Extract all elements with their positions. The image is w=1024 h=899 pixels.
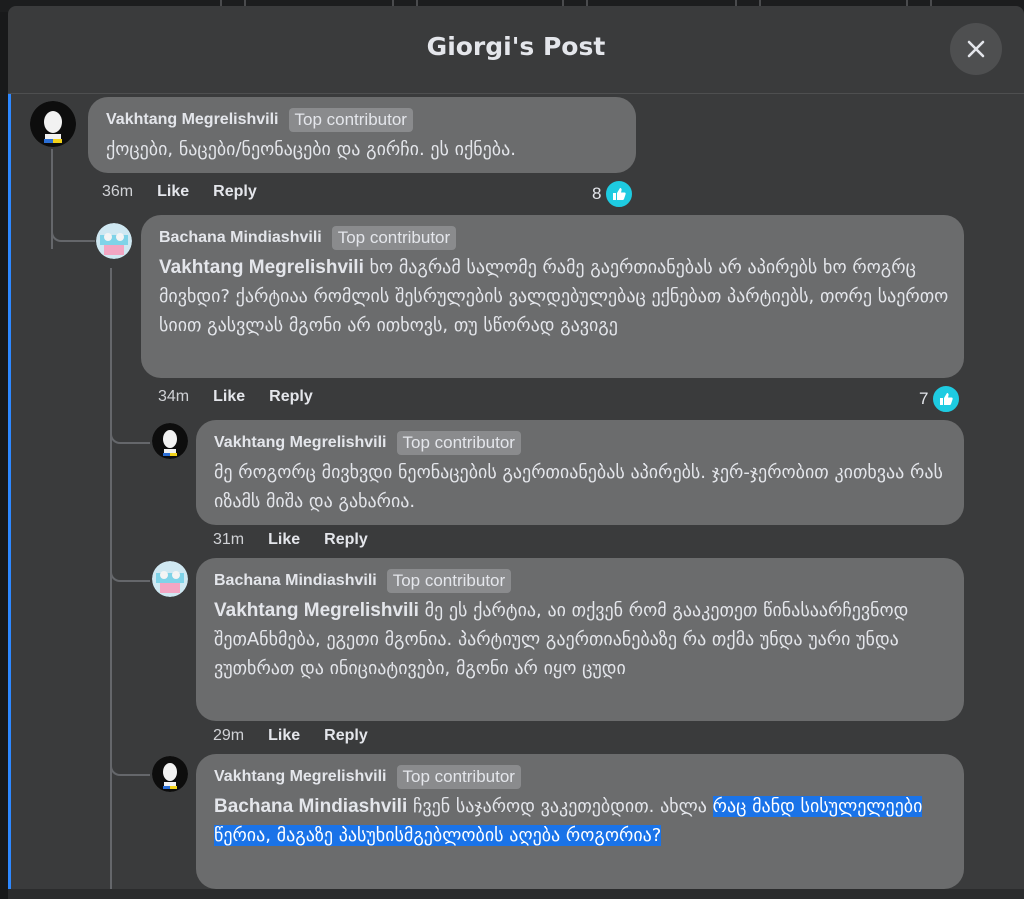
comment-bubble: Bachana Mindiashvili Top contributor Vak… bbox=[196, 558, 964, 721]
comment-actions: 29m Like Reply bbox=[213, 727, 368, 745]
comment-time[interactable]: 31m bbox=[213, 531, 244, 549]
profile-photo-icon bbox=[152, 423, 188, 459]
thread-line bbox=[110, 268, 112, 899]
comment-text: Bachana Mindiashvili ჩვენ საჯაროდ ვაკეთე… bbox=[214, 792, 950, 850]
avatar[interactable] bbox=[152, 423, 188, 459]
mention-link[interactable]: Vakhtang Megrelishvili bbox=[159, 257, 364, 278]
avatar[interactable] bbox=[96, 223, 132, 259]
like-button[interactable]: Like bbox=[213, 388, 245, 406]
comment-time[interactable]: 36m bbox=[102, 183, 133, 201]
comment-bubble: Vakhtang Megrelishvili Top contributor B… bbox=[196, 754, 964, 889]
like-button[interactable]: Like bbox=[268, 531, 300, 549]
comment-bubble: Bachana Mindiashvili Top contributor Vak… bbox=[141, 215, 964, 378]
comment-actions: 34m Like Reply bbox=[158, 388, 313, 406]
mention-link[interactable]: Vakhtang Megrelishvili bbox=[214, 600, 419, 621]
comment-author[interactable]: Bachana Mindiashvili bbox=[159, 229, 322, 247]
thread-connector bbox=[51, 206, 95, 242]
avatar[interactable] bbox=[30, 101, 76, 147]
scroll-area-bottom bbox=[8, 889, 1024, 899]
reply-button[interactable]: Reply bbox=[324, 727, 368, 745]
comment-text: Vakhtang Megrelishvili ხო მაგრამ სალომე … bbox=[159, 253, 950, 340]
comment-body: ჩვენ საჯაროდ ვაკეთებდით. ახლა bbox=[407, 796, 713, 817]
reply-button[interactable]: Reply bbox=[324, 531, 368, 549]
comment-time[interactable]: 34m bbox=[158, 388, 189, 406]
reaction-count[interactable]: 7 bbox=[919, 384, 962, 414]
comment-author[interactable]: Bachana Mindiashvili bbox=[214, 572, 377, 590]
comment-author[interactable]: Vakhtang Megrelishvili bbox=[106, 111, 279, 129]
comment-author[interactable]: Vakhtang Megrelishvili bbox=[214, 768, 387, 786]
thread-connector bbox=[110, 406, 150, 444]
comment-text: ქოცები, ნაცები/ნეონაცები და გირჩი. ეს იქ… bbox=[106, 139, 516, 160]
top-contributor-badge: Top contributor bbox=[396, 431, 521, 455]
reply-button[interactable]: Reply bbox=[269, 388, 313, 406]
profile-photo-icon bbox=[30, 101, 76, 147]
thread-connector bbox=[110, 740, 150, 776]
thread-connector bbox=[110, 546, 150, 582]
comment-text: მე როგორც მივხვდი ნეონაცების გაერთიანება… bbox=[214, 462, 943, 512]
avatar[interactable] bbox=[152, 756, 188, 792]
top-contributor-badge: Top contributor bbox=[396, 765, 521, 789]
reaction-number: 8 bbox=[592, 184, 602, 203]
thumbs-up-icon bbox=[604, 179, 635, 209]
reply-button[interactable]: Reply bbox=[213, 183, 257, 201]
thumbs-up-icon bbox=[931, 384, 962, 414]
reaction-count[interactable]: 8 bbox=[592, 179, 635, 209]
profile-photo-icon bbox=[152, 756, 188, 792]
avatar[interactable] bbox=[152, 561, 188, 597]
comment-time[interactable]: 29m bbox=[213, 727, 244, 745]
comment-bubble: Vakhtang Megrelishvili Top contributor მ… bbox=[196, 420, 964, 525]
profile-photo-icon bbox=[152, 561, 188, 597]
mention-link[interactable]: Bachana Mindiashvili bbox=[214, 796, 407, 817]
comment-actions: 31m Like Reply bbox=[213, 531, 368, 549]
comment-text: Vakhtang Megrelishvili მე ეს ქარტია, აი … bbox=[214, 596, 950, 683]
comment-actions: 36m Like Reply bbox=[102, 183, 257, 201]
top-contributor-badge: Top contributor bbox=[331, 226, 457, 250]
comment-thread: Vakhtang Megrelishvili Top contributor ქ… bbox=[8, 6, 1024, 899]
like-button[interactable]: Like bbox=[268, 727, 300, 745]
top-contributor-badge: Top contributor bbox=[386, 569, 512, 593]
reaction-number: 7 bbox=[919, 389, 929, 408]
post-modal: Giorgi's Post Vakhtang Megrelishvili Top… bbox=[8, 6, 1024, 899]
like-button[interactable]: Like bbox=[157, 183, 189, 201]
comment-author[interactable]: Vakhtang Megrelishvili bbox=[214, 434, 387, 452]
profile-photo-icon bbox=[96, 223, 132, 259]
comment-bubble: Vakhtang Megrelishvili Top contributor ქ… bbox=[88, 97, 636, 173]
top-contributor-badge: Top contributor bbox=[288, 108, 413, 132]
